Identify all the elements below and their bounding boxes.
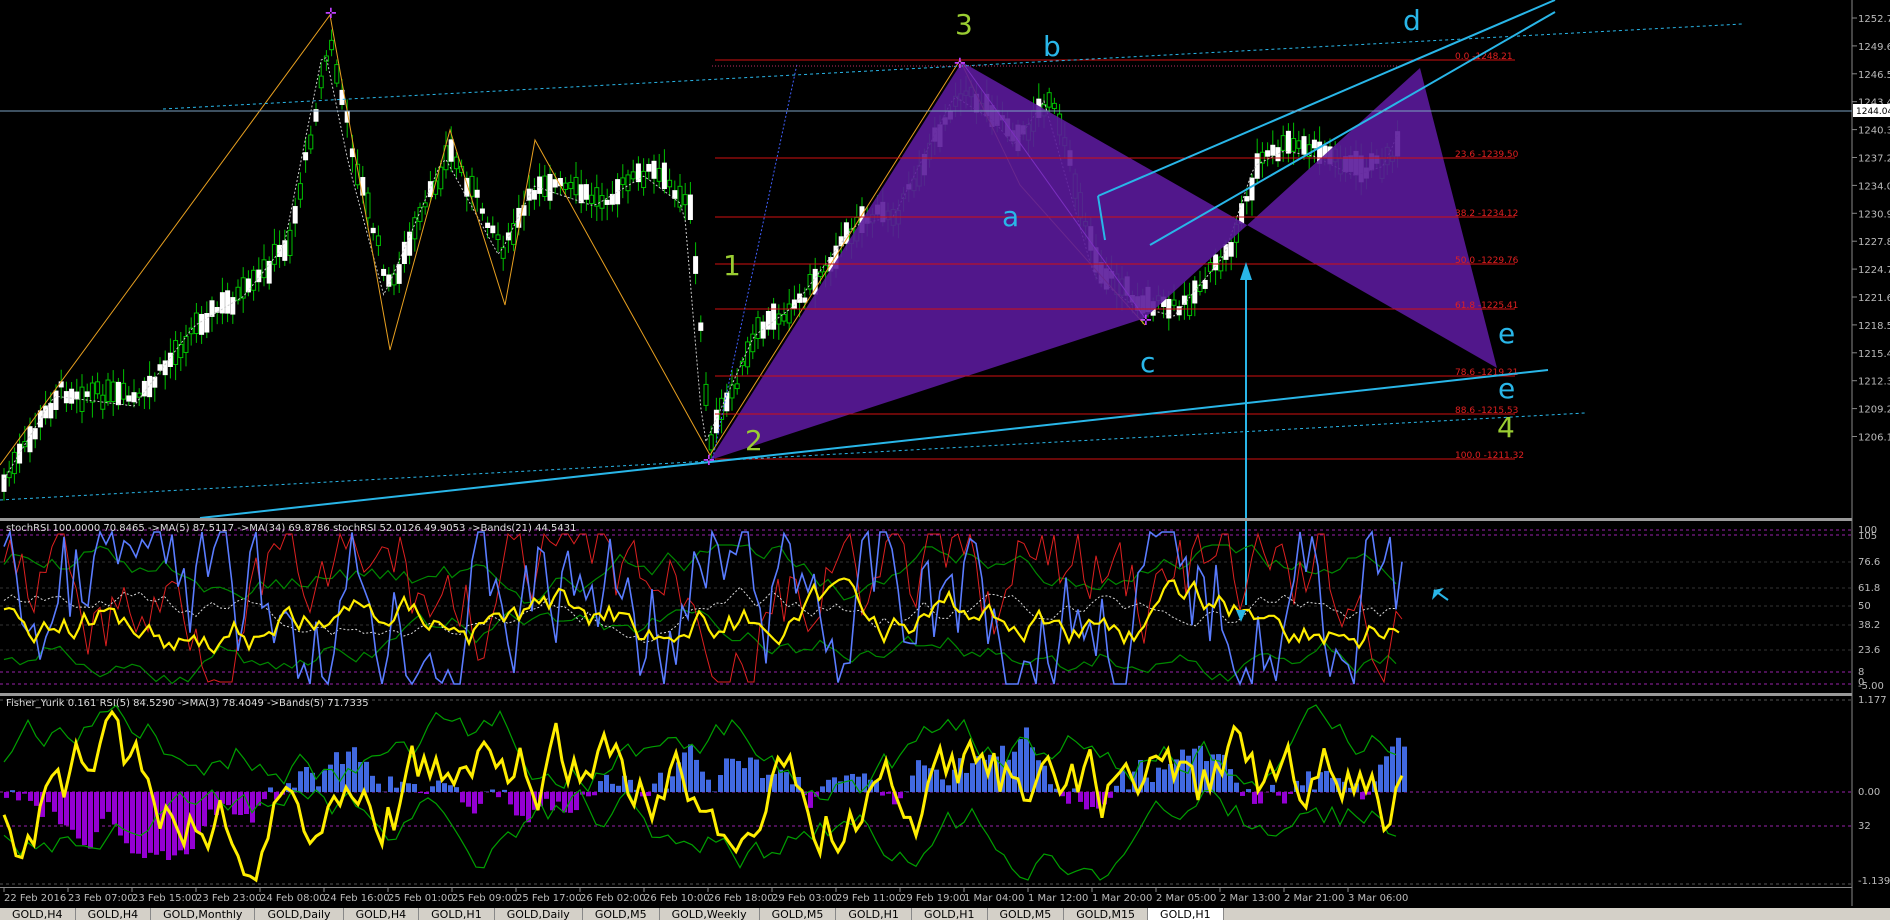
current-price-label: 1244.04 bbox=[1856, 107, 1890, 117]
wave-label-b: b bbox=[1043, 30, 1061, 63]
chart-tab[interactable]: GOLD,Monthly bbox=[151, 908, 256, 920]
fisher-tick-label: 0.00 bbox=[1858, 787, 1880, 798]
pivot-marker: ✛ bbox=[1140, 313, 1152, 329]
chart-tab[interactable]: GOLD,Daily bbox=[255, 908, 344, 920]
stoch-tick-label: 50 bbox=[1858, 601, 1871, 612]
chart-tab[interactable]: GOLD,H1 bbox=[419, 908, 495, 920]
time-tick-label: 25 Feb 09:00 bbox=[452, 893, 518, 904]
fisher-tick-label: -1.139 bbox=[1858, 876, 1890, 887]
fib-level-label: 38.2 -1234.12 bbox=[1455, 209, 1518, 219]
time-tick-label: 29 Feb 11:00 bbox=[836, 893, 902, 904]
fib-level-label: 61.8 -1225.41 bbox=[1455, 301, 1518, 311]
time-tick-label: 25 Feb 01:00 bbox=[388, 893, 454, 904]
pivot-marker: ✛ bbox=[325, 6, 337, 22]
chart-tab[interactable]: GOLD,M5 bbox=[583, 908, 660, 920]
time-tick-label: 23 Feb 07:00 bbox=[68, 893, 134, 904]
time-tick-label: 22 Feb 2016 bbox=[4, 893, 66, 904]
fisher-pane[interactable]: Fisher_Yurik 0.161 RSI(5) 84.5290 ->MA(3… bbox=[0, 695, 1890, 887]
time-tick-label: 2 Mar 05:00 bbox=[1156, 893, 1216, 904]
time-tick-label: 26 Feb 10:00 bbox=[644, 893, 710, 904]
time-tick-label: 2 Mar 13:00 bbox=[1220, 893, 1280, 904]
time-tick-label: 24 Feb 08:00 bbox=[260, 893, 326, 904]
wave-label-c: c bbox=[1140, 346, 1155, 379]
price-tick-label: 1246.50 bbox=[1858, 70, 1890, 81]
fisher-axis: 1.177 0.00 32 -1.139 bbox=[1858, 695, 1890, 887]
price-tick-label: 1249.60 bbox=[1858, 42, 1890, 53]
chart-tab[interactable]: GOLD,H4 bbox=[76, 908, 152, 920]
chart-tab[interactable]: GOLD,H1 bbox=[836, 908, 912, 920]
wave-label-4: 4 bbox=[1497, 411, 1515, 444]
arrow-down-icon bbox=[1236, 610, 1246, 622]
stoch-header: stochRSI 100.0000 70.8465 ->MA(5) 87.511… bbox=[6, 523, 576, 534]
price-tick-label: 1240.30 bbox=[1858, 126, 1890, 137]
time-tick-label: 26 Feb 02:00 bbox=[580, 893, 646, 904]
price-tick-label: 1215.45 bbox=[1858, 349, 1890, 360]
stoch-tick-label: -5.00 bbox=[1858, 681, 1884, 692]
chart-tab[interactable]: GOLD,M15 bbox=[1064, 908, 1149, 920]
stoch-tick-label: 23.6 bbox=[1858, 645, 1880, 656]
time-tick-label: 2 Mar 21:00 bbox=[1284, 893, 1344, 904]
fisher-header: Fisher_Yurik 0.161 RSI(5) 84.5290 ->MA(3… bbox=[6, 698, 369, 709]
time-tick-label: 3 Mar 06:00 bbox=[1348, 893, 1408, 904]
stoch-tick-label: 105 bbox=[1858, 531, 1877, 542]
price-tick-label: 1237.20 bbox=[1858, 154, 1890, 165]
wave-label-a: a bbox=[1002, 200, 1019, 233]
stoch-axis: 10010576.661.85038.223.680-5.00 bbox=[1858, 525, 1884, 692]
price-tick-label: 1234.05 bbox=[1858, 181, 1890, 192]
fisher-tick-label: 32 bbox=[1858, 821, 1871, 832]
price-tick-label: 1212.35 bbox=[1858, 377, 1890, 388]
price-tick-label: 1252.70 bbox=[1858, 14, 1890, 25]
wave-label-e: e bbox=[1498, 317, 1515, 350]
time-tick-label: 24 Feb 16:00 bbox=[324, 893, 390, 904]
fib-level-label: 50.0 -1229.76 bbox=[1455, 256, 1519, 266]
price-axis[interactable]: 1252.701249.601246.501243.401240.301237.… bbox=[1852, 14, 1890, 444]
wave-label-3: 3 bbox=[955, 8, 973, 41]
fib-level-label: 100.0 -1211.32 bbox=[1455, 451, 1524, 461]
stoch-tick-label: 76.6 bbox=[1858, 557, 1880, 568]
time-tick-label: 29 Feb 03:00 bbox=[772, 893, 838, 904]
price-tick-label: 1224.75 bbox=[1858, 265, 1890, 276]
stoch-tick-label: 61.8 bbox=[1858, 583, 1880, 594]
chart-tab[interactable]: GOLD,H1 bbox=[912, 908, 988, 920]
wave-label-d: d bbox=[1403, 4, 1421, 37]
price-tick-label: 1209.20 bbox=[1858, 405, 1890, 416]
price-tick-label: 1206.10 bbox=[1858, 433, 1890, 444]
wave-label-2: 2 bbox=[745, 424, 763, 457]
price-tick-label: 1227.85 bbox=[1858, 237, 1890, 248]
price-tick-label: 1218.55 bbox=[1858, 321, 1890, 332]
chart-tab[interactable]: GOLD,Daily bbox=[495, 908, 583, 920]
pivot-marker: ✛ bbox=[954, 56, 966, 72]
time-tick-label: 23 Feb 23:00 bbox=[196, 893, 262, 904]
pivot-marker: ✛ bbox=[703, 453, 715, 469]
price-tick-label: 1221.65 bbox=[1858, 293, 1890, 304]
time-tick-label: 1 Mar 04:00 bbox=[964, 893, 1024, 904]
chart-tab-bar[interactable]: GOLD,H4 GOLD,H4 GOLD,Monthly GOLD,Daily GOLD… bbox=[0, 908, 1890, 920]
stoch-tick-label: 38.2 bbox=[1858, 620, 1880, 631]
time-tick-label: 1 Mar 20:00 bbox=[1092, 893, 1152, 904]
price-tick-label: 1230.95 bbox=[1858, 209, 1890, 220]
chart-tab[interactable]: GOLD,M5 bbox=[760, 908, 837, 920]
time-axis[interactable]: 22 Feb 2016 23 Feb 07:0023 Feb 15:0023 Fe… bbox=[3, 887, 1408, 904]
fisher-tick-label: 1.177 bbox=[1858, 695, 1887, 706]
wave-label-e: e bbox=[1498, 372, 1515, 405]
stoch-rsi-pane[interactable]: stochRSI 100.0000 70.8465 ->MA(5) 87.511… bbox=[0, 523, 1884, 692]
chart-tab[interactable]: GOLD,Weekly bbox=[660, 908, 760, 920]
time-tick-label: 25 Feb 17:00 bbox=[516, 893, 582, 904]
time-tick-label: 1 Mar 12:00 bbox=[1028, 893, 1088, 904]
time-tick-label: 26 Feb 18:00 bbox=[708, 893, 774, 904]
time-tick-label: 29 Feb 19:00 bbox=[900, 893, 966, 904]
chart-tab[interactable]: GOLD,H4 bbox=[344, 908, 420, 920]
time-tick-label: 23 Feb 15:00 bbox=[132, 893, 198, 904]
fib-level-label: 23.6 -1239.50 bbox=[1455, 150, 1519, 160]
chart-tab[interactable]: GOLD,H1 bbox=[1148, 908, 1224, 920]
chart-tab[interactable]: GOLD,H4 bbox=[0, 908, 76, 920]
wave-label-1: 1 bbox=[723, 249, 741, 282]
chart-tab[interactable]: GOLD,M5 bbox=[988, 908, 1065, 920]
trading-chart[interactable]: 0.0 -1248.2123.6 -1239.5038.2 -1234.1250… bbox=[0, 0, 1890, 920]
cursor-arrow-icon bbox=[1432, 588, 1449, 601]
